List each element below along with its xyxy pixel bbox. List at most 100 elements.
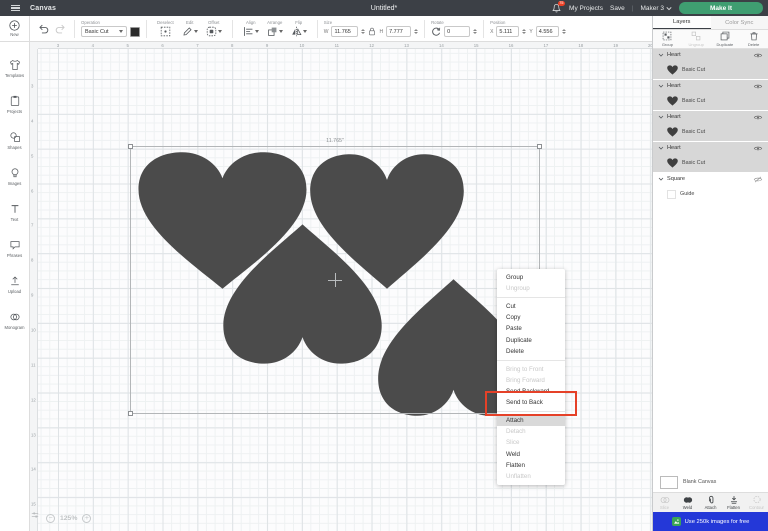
sidebar-item-upload[interactable]: Upload [0, 266, 29, 302]
blank-canvas-row[interactable]: Blank Canvas [653, 472, 768, 492]
save-link[interactable]: Save [610, 5, 625, 12]
group-button[interactable]: Group [653, 30, 682, 48]
x-prefix: X [490, 29, 493, 35]
layer-heart-basic-cut[interactable]: Basic Cut [653, 92, 768, 110]
menu-item-cut[interactable]: Cut [497, 301, 565, 312]
menu-item-copy[interactable]: Copy [497, 312, 565, 323]
resize-handle-top-right[interactable] [537, 144, 542, 149]
ruler-number: 3 [31, 84, 33, 89]
menu-item-paste[interactable]: Paste [497, 323, 565, 334]
resize-handle-bottom-left[interactable] [128, 411, 133, 416]
sidebar-item-projects[interactable]: Projects [0, 86, 29, 122]
menu-item-attach[interactable]: Attach [497, 415, 565, 426]
duplicate-button[interactable]: Duplicate [711, 30, 740, 48]
sidebar-item-templates[interactable]: Templates [0, 50, 29, 86]
zoom-controls: − 125% + [46, 514, 91, 523]
layer-group-heart-1[interactable]: Heart Basic Cut [653, 49, 768, 80]
operation-select[interactable]: Basic Cut [81, 26, 127, 37]
layer-square-guide[interactable]: Guide [653, 185, 768, 203]
visibility-eye-hidden-icon[interactable] [753, 176, 763, 183]
height-input[interactable]: 7.777 [386, 26, 411, 37]
sidebar-item-text[interactable]: Text [0, 194, 29, 230]
top-header-bar: Canvas Untitled* 75 My Projects Save | M… [0, 0, 768, 16]
my-projects-link[interactable]: My Projects [569, 5, 603, 12]
ruler-number: 12 [369, 43, 374, 48]
menu-item-duplicate[interactable]: Duplicate [497, 335, 565, 346]
canvas-settings-icon[interactable] [31, 511, 39, 519]
visibility-eye-icon[interactable] [753, 83, 763, 90]
ruler-number: 7 [196, 43, 198, 48]
menu-item-flatten[interactable]: Flatten [497, 460, 565, 471]
sidebar-item-images[interactable]: Images [0, 158, 29, 194]
chevron-down-icon[interactable] [658, 115, 664, 119]
images-icon [9, 167, 21, 179]
menu-item-weld[interactable]: Weld [497, 448, 565, 459]
rotate-input[interactable]: 0 [444, 26, 470, 37]
chevron-down-icon [666, 6, 672, 11]
align-button[interactable]: Align [243, 20, 259, 37]
lock-icon[interactable] [368, 27, 376, 36]
sidebar-item-phrases[interactable]: Phrases [0, 230, 29, 266]
images-promo-banner[interactable]: Use 250k images for free [653, 512, 768, 531]
notifications-bell-icon[interactable]: 75 [551, 3, 562, 14]
selection-center-crosshair [328, 273, 342, 287]
visibility-eye-icon[interactable] [753, 52, 763, 59]
position-y-input[interactable]: 4.556 [536, 26, 559, 37]
hamburger-menu-icon[interactable] [0, 0, 30, 16]
layer-group-heart-2[interactable]: Heart Basic Cut [653, 80, 768, 111]
redo-icon[interactable] [55, 24, 66, 34]
position-y-stepper[interactable] [562, 29, 566, 34]
weld-button[interactable]: Weld [676, 493, 699, 512]
ruler-number: 10 [300, 43, 305, 48]
pencil-icon [182, 26, 193, 37]
color-swatch[interactable] [130, 27, 140, 37]
visibility-eye-icon[interactable] [753, 145, 763, 152]
menu-item-unflatten: Unflatten [497, 471, 565, 482]
position-x-stepper[interactable] [522, 29, 526, 34]
flip-button[interactable]: Flip [291, 20, 307, 37]
arrange-button[interactable]: Arrange [267, 20, 283, 37]
layer-heart-basic-cut[interactable]: Basic Cut [653, 61, 768, 79]
offset-button[interactable]: Offset [206, 20, 222, 37]
blank-canvas-swatch[interactable] [660, 476, 678, 489]
visibility-eye-icon[interactable] [753, 114, 763, 121]
ruler-number: 18 [578, 43, 583, 48]
chevron-down-icon[interactable] [658, 84, 664, 88]
make-it-button[interactable]: Make It [679, 2, 763, 14]
width-input[interactable]: 11.765 [331, 26, 358, 37]
edit-button[interactable]: Edit [182, 20, 198, 37]
layer-group-square[interactable]: Square Guide [653, 173, 768, 204]
zoom-out-button[interactable]: − [46, 514, 55, 523]
header-separator: | [632, 5, 634, 12]
new-button[interactable]: New [0, 16, 30, 42]
delete-button[interactable]: Delete [739, 30, 768, 48]
machine-selector[interactable]: Maker 3 [641, 5, 672, 12]
layer-group-heart-3[interactable]: Heart Basic Cut [653, 111, 768, 142]
position-label: Position [490, 20, 505, 25]
height-stepper[interactable] [414, 29, 418, 34]
chevron-down-icon [279, 30, 283, 33]
sidebar-item-shapes[interactable]: Shapes [0, 122, 29, 158]
duplicate-icon [720, 31, 730, 41]
chevron-down-icon[interactable] [658, 146, 664, 150]
layer-group-heart-4[interactable]: Heart Basic Cut [653, 142, 768, 173]
layer-heart-basic-cut[interactable]: Basic Cut [653, 154, 768, 172]
sidebar-item-monogram[interactable]: Monogram [0, 302, 29, 338]
deselect-button[interactable]: Deselect [157, 20, 174, 37]
canvas-workspace[interactable]: 34567891011121314151617181920 3456789101… [30, 42, 652, 531]
attach-button[interactable]: Attach [699, 493, 722, 512]
tab-layers[interactable]: Layers [653, 16, 711, 29]
zoom-in-button[interactable]: + [82, 514, 91, 523]
layer-heart-basic-cut[interactable]: Basic Cut [653, 123, 768, 141]
resize-handle-top-left[interactable] [128, 144, 133, 149]
width-stepper[interactable] [361, 29, 365, 34]
tab-color-sync[interactable]: Color Sync [711, 16, 768, 29]
flatten-button[interactable]: Flatten [722, 493, 745, 512]
position-x-input[interactable]: 5.111 [496, 26, 519, 37]
menu-item-group[interactable]: Group [497, 272, 565, 283]
rotate-stepper[interactable] [473, 29, 477, 34]
undo-icon[interactable] [38, 24, 49, 34]
chevron-down-icon[interactable] [658, 53, 664, 57]
menu-item-delete[interactable]: Delete [497, 346, 565, 357]
chevron-down-icon[interactable] [658, 177, 664, 181]
